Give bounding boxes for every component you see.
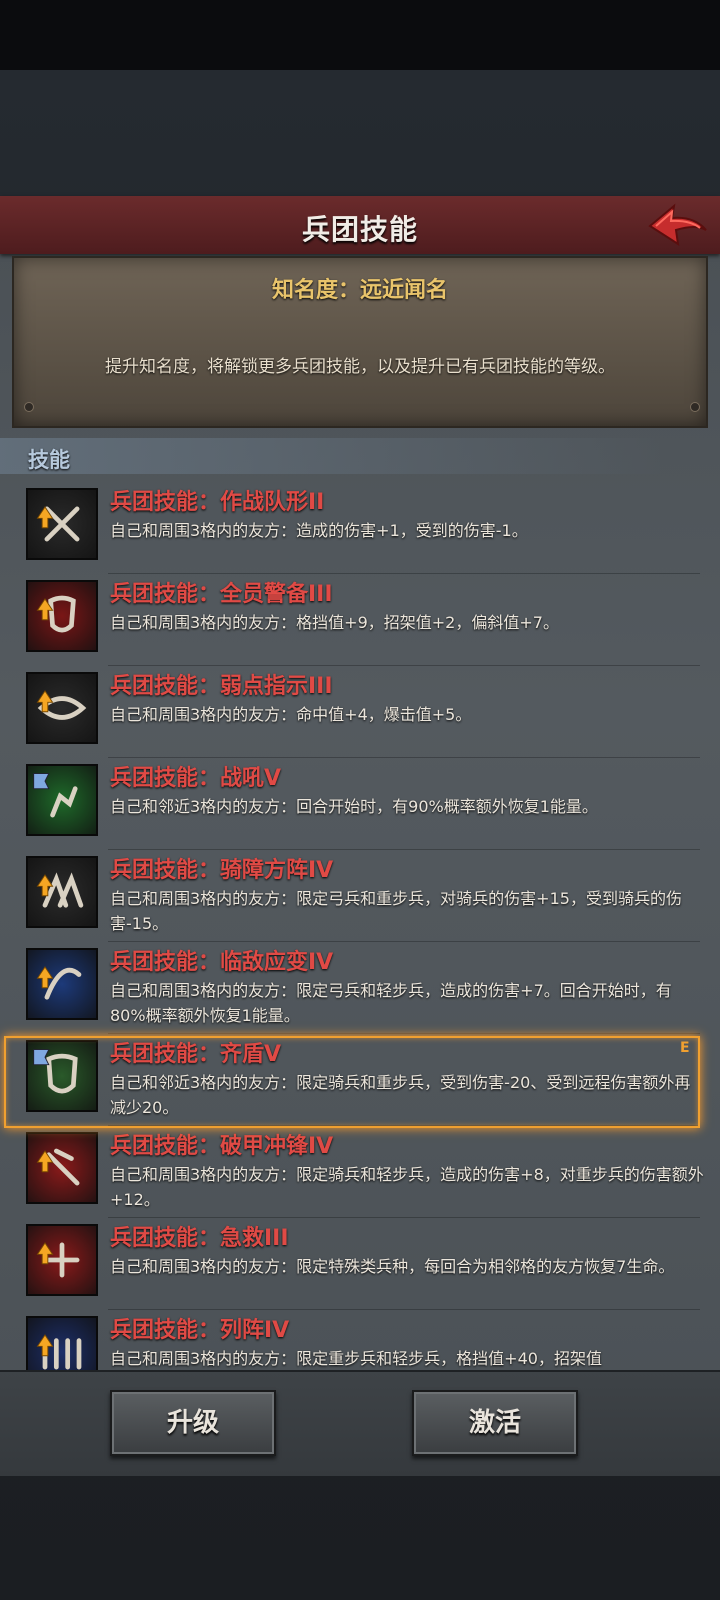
skill-row[interactable]: 兵团技能：全员警备III 自己和周围3格内的友方：格挡值+9，招架值+2，偏斜值+… (0, 574, 720, 666)
skill-row[interactable]: 兵团技能：弱点指示III 自己和周围3格内的友方：命中值+4，爆击值+5。 (0, 666, 720, 758)
rivet-icon (690, 402, 700, 412)
armor-break-icon (26, 1132, 98, 1204)
skill-description: 自己和周围3格内的友方：命中值+4，爆击值+5。 (110, 705, 472, 724)
skill-row[interactable]: 兵团技能：列阵IV 自己和周围3格内的友方：限定重步兵和轻步兵，格挡值+40，招架… (0, 1310, 720, 1370)
fame-title: 知名度：远近闻名 (271, 278, 448, 303)
skill-title: 兵团技能：全员警备III (110, 582, 333, 607)
formation-icon (26, 1316, 98, 1370)
skill-description: 自己和周围3格内的友方：限定重步兵和轻步兵，格挡值+40，招架值 (110, 1349, 602, 1368)
skill-row[interactable]: 兵团技能：战吼V 自己和邻近3格内的友方：回合开始时，有90%概率额外恢复1能量。 (0, 758, 720, 850)
back-arrow-icon (648, 203, 707, 247)
rivet-icon (24, 402, 34, 412)
war-cry-icon (26, 764, 98, 836)
upgrade-button[interactable]: 升级 (110, 1390, 276, 1456)
fame-description: 提升知名度，将解锁更多兵团技能，以及提升已有兵团技能的等级。 (105, 357, 615, 377)
header-bar: 兵团技能 (0, 196, 720, 254)
first-aid-icon (26, 1224, 98, 1296)
skill-description: 自己和周围3格内的友方：造成的伤害+1，受到的伤害-1。 (110, 521, 528, 540)
section-header (0, 438, 660, 474)
skill-description: 自己和周围3格内的友方：限定弓兵和重步兵，对骑兵的伤害+15，受到骑兵的伤害-1… (110, 889, 682, 933)
back-button[interactable] (646, 200, 710, 250)
skill-title: 兵团技能：骑障方阵IV (110, 858, 334, 883)
skill-title: 兵团技能：临敌应变IV (110, 950, 334, 975)
skill-description: 自己和周围3格内的友方：限定骑兵和轻步兵，造成的伤害+8，对重步兵的伤害额外+1… (110, 1165, 704, 1209)
skill-description: 自己和周围3格内的友方：限定特殊类兵种，每回合为相邻格的友方恢复7生命。 (110, 1257, 675, 1276)
adapt-icon (26, 948, 98, 1020)
skill-list[interactable]: 兵团技能：作战队形II 自己和周围3格内的友方：造成的伤害+1，受到的伤害-1。兵… (0, 482, 720, 1370)
skill-title: 兵团技能：弱点指示III (110, 674, 333, 699)
skill-row[interactable]: 兵团技能：急救III 自己和周围3格内的友方：限定特殊类兵种，每回合为相邻格的友方… (0, 1218, 720, 1310)
skill-description: 自己和邻近3格内的友方：回合开始时，有90%概率额外恢复1能量。 (110, 797, 598, 816)
skill-title: 兵团技能：急救III (110, 1226, 289, 1251)
skill-row[interactable]: 兵团技能：骑障方阵IV 自己和周围3格内的友方：限定弓兵和重步兵，对骑兵的伤害+1… (0, 850, 720, 942)
target-eye-icon (26, 672, 98, 744)
equipped-badge: E (680, 1040, 690, 1056)
skill-title: 兵团技能：作战队形II (110, 490, 325, 515)
skill-title: 兵团技能：破甲冲锋IV (110, 1134, 334, 1159)
skill-row[interactable]: 兵团技能：破甲冲锋IV 自己和周围3格内的友方：限定骑兵和轻步兵，造成的伤害+8，… (0, 1126, 720, 1218)
bottom-bar (0, 1370, 720, 1476)
skill-title: 兵团技能：列阵IV (110, 1318, 290, 1343)
crossed-swords-icon (26, 488, 98, 560)
shield-wall-icon (26, 580, 98, 652)
section-label: 技能 (28, 448, 70, 472)
activate-button[interactable]: 激活 (412, 1390, 578, 1456)
horse-barrier-icon (26, 856, 98, 928)
skill-title: 兵团技能：战吼V (110, 766, 282, 791)
skill-row[interactable]: 兵团技能：作战队形II 自己和周围3格内的友方：造成的伤害+1，受到的伤害-1。 (0, 482, 720, 574)
skill-row[interactable]: 兵团技能：临敌应变IV 自己和周围3格内的友方：限定弓兵和轻步兵，造成的伤害+7。… (0, 942, 720, 1034)
skill-description: 自己和周围3格内的友方：格挡值+9，招架值+2，偏斜值+7。 (110, 613, 559, 632)
skill-description: 自己和周围3格内的友方：限定弓兵和轻步兵，造成的伤害+7。回合开始时，有80%概… (110, 981, 672, 1025)
selection-highlight (4, 1036, 700, 1128)
fame-card: 知名度：远近闻名 提升知名度，将解锁更多兵团技能，以及提升已有兵团技能的等级。 (12, 256, 708, 428)
page-title: 兵团技能 (301, 213, 418, 246)
